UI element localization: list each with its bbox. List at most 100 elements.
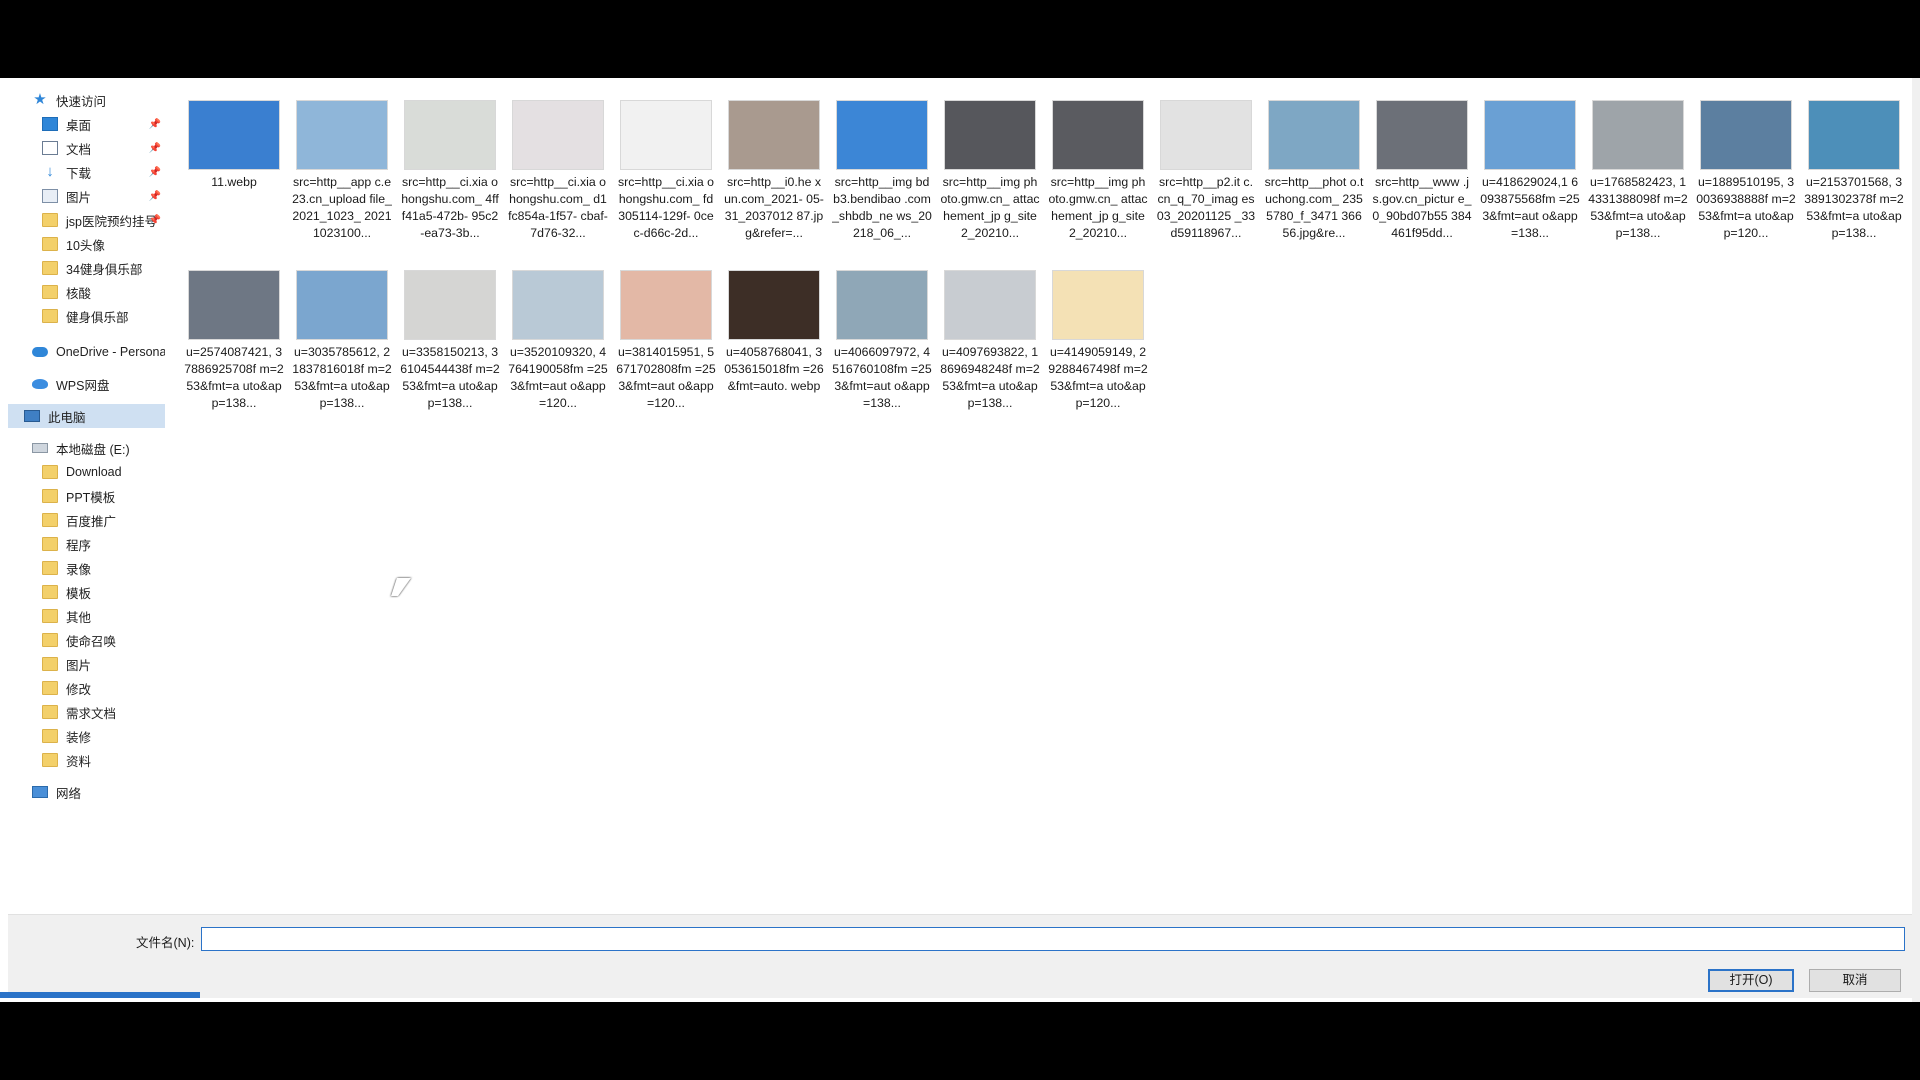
file-item[interactable]: src=http__ci.xia ohongshu.com_ d1fc854a-… <box>508 100 608 260</box>
file-name: src=http__ci.xia ohongshu.com_ d1fc854a-… <box>508 175 608 240</box>
nav-item[interactable]: PPT模板 <box>8 484 165 508</box>
nav-item[interactable]: 本地磁盘 (E:) <box>8 436 165 460</box>
nav-item[interactable]: 录像 <box>8 556 165 580</box>
nav-item[interactable]: WPS网盘 <box>8 372 165 396</box>
network-icon <box>32 786 48 798</box>
nav-item[interactable]: 34健身俱乐部 <box>8 256 165 280</box>
file-thumbnail <box>1052 100 1144 170</box>
file-item[interactable]: src=http__img bdb3.bendibao .com_shbdb_n… <box>832 100 932 260</box>
wps-cloud-icon <box>32 379 48 389</box>
file-item[interactable]: src=http__www .js.gov.cn_pictur e_0_90bd… <box>1372 100 1472 260</box>
file-name: src=http__img bdb3.bendibao .com_shbdb_n… <box>832 175 932 240</box>
nav-item-label: 健身俱乐部 <box>66 310 129 325</box>
file-name: src=http__img photo.gmw.cn_ attachement_… <box>1048 175 1148 240</box>
file-name: src=http__phot o.tuchong.com_ 2355780_f_… <box>1264 175 1364 240</box>
file-item[interactable]: u=4097693822, 18696948248f m=253&fmt=a u… <box>940 270 1040 430</box>
file-name: src=http__ci.xia ohongshu.com_ fd305114-… <box>617 175 715 240</box>
file-name: 11.webp <box>211 175 257 189</box>
folder-icon <box>42 609 58 623</box>
folder-icon <box>42 513 58 527</box>
filename-input[interactable] <box>201 927 1905 951</box>
nav-item[interactable]: 修改 <box>8 676 165 700</box>
nav-item[interactable]: 文档 📌 <box>8 136 165 160</box>
file-name: u=418629024,1 6093875568fm =253&fmt=aut … <box>1480 175 1580 240</box>
nav-item[interactable]: 核酸 <box>8 280 165 304</box>
star-icon: ★ <box>33 91 47 108</box>
nav-item-label: 快速访问 <box>56 94 107 109</box>
folder-icon <box>42 561 58 575</box>
nav-item[interactable]: 装修 <box>8 724 165 748</box>
cloud-icon <box>32 347 48 357</box>
document-icon <box>42 141 58 155</box>
nav-item[interactable]: 10头像 <box>8 232 165 256</box>
file-name: u=3358150213, 36104544438f m=253&fmt=a u… <box>400 345 500 410</box>
file-item[interactable]: u=2574087421, 37886925708f m=253&fmt=a u… <box>184 270 284 430</box>
desktop-icon <box>42 117 58 131</box>
file-name: u=2574087421, 37886925708f m=253&fmt=a u… <box>184 345 284 410</box>
nav-item[interactable]: Download <box>8 460 165 484</box>
file-thumbnail <box>728 270 820 340</box>
nav-item[interactable]: 程序 <box>8 532 165 556</box>
file-item[interactable]: src=http__ci.xia ohongshu.com_ 4fff41a5-… <box>400 100 500 260</box>
pin-icon: 📌 <box>148 166 161 178</box>
nav-item[interactable]: ↓ 下载 📌 <box>8 160 165 184</box>
file-item[interactable]: u=3358150213, 36104544438f m=253&fmt=a u… <box>400 270 500 430</box>
file-item[interactable]: 11.webp <box>184 100 284 260</box>
file-item[interactable]: u=3814015951, 5671702808fm =253&fmt=aut … <box>616 270 716 430</box>
nav-item-label: 34健身俱乐部 <box>66 262 143 277</box>
nav-item[interactable]: ★ 快速访问 <box>8 88 165 112</box>
pin-icon: 📌 <box>148 142 161 154</box>
nav-item-label: 使命召唤 <box>66 634 117 649</box>
file-thumbnail <box>188 270 280 340</box>
nav-item[interactable]: 百度推广 <box>8 508 165 532</box>
file-item[interactable]: u=4149059149, 29288467498f m=253&fmt=a u… <box>1048 270 1148 430</box>
nav-item-label: 桌面 <box>66 118 92 133</box>
nav-item[interactable]: 图片 📌 <box>8 184 165 208</box>
nav-item-label: OneDrive - Personal <box>56 345 165 359</box>
file-item[interactable]: src=http__i0.he xun.com_2021- 05-31_2037… <box>724 100 824 260</box>
file-item[interactable]: src=http__img photo.gmw.cn_ attachement_… <box>940 100 1040 260</box>
nav-item-label: jsp医院预约挂号 <box>66 214 157 229</box>
file-thumbnail <box>1808 100 1900 170</box>
file-thumbnail <box>1160 100 1252 170</box>
file-item[interactable]: src=http__p2.it c.cn_q_70_imag es03_2020… <box>1156 100 1256 260</box>
nav-item[interactable]: 图片 <box>8 652 165 676</box>
open-button[interactable]: 打开(O) <box>1708 969 1794 992</box>
dialog-footer: 文件名(N): 打开(O) 取消 <box>8 914 1912 998</box>
file-name: u=2153701568, 33891302378f m=253&fmt=a u… <box>1804 175 1904 240</box>
file-item[interactable]: u=4066097972, 4516760108fm =253&fmt=aut … <box>832 270 932 430</box>
file-item[interactable]: u=3520109320, 4764190058fm =253&fmt=aut … <box>508 270 608 430</box>
file-item[interactable]: src=http__img photo.gmw.cn_ attachement_… <box>1048 100 1148 260</box>
nav-item[interactable]: jsp医院预约挂号 📌 <box>8 208 165 232</box>
nav-item[interactable]: 使命召唤 <box>8 628 165 652</box>
file-name: u=3520109320, 4764190058fm =253&fmt=aut … <box>508 345 608 410</box>
file-item[interactable]: u=2153701568, 33891302378f m=253&fmt=a u… <box>1804 100 1904 260</box>
file-name: src=http__i0.he xun.com_2021- 05-31_2037… <box>724 175 824 240</box>
nav-item[interactable]: 需求文档 <box>8 700 165 724</box>
file-thumbnail <box>836 270 928 340</box>
nav-item-label: 此电脑 <box>48 410 86 425</box>
nav-item[interactable]: 健身俱乐部 <box>8 304 165 328</box>
file-item[interactable]: u=418629024,1 6093875568fm =253&fmt=aut … <box>1480 100 1580 260</box>
nav-item[interactable]: OneDrive - Personal <box>8 340 165 364</box>
file-thumbnail <box>404 270 496 340</box>
nav-item[interactable]: 桌面 📌 <box>8 112 165 136</box>
file-item[interactable]: u=4058768041, 3053615018fm =26&fmt=auto.… <box>724 270 824 430</box>
cancel-button[interactable]: 取消 <box>1809 969 1901 992</box>
nav-item[interactable]: 模板 <box>8 580 165 604</box>
file-item[interactable]: u=3035785612, 21837816018f m=253&fmt=a u… <box>292 270 392 430</box>
file-item[interactable]: u=1889510195, 30036938888f m=253&fmt=a u… <box>1696 100 1796 260</box>
download-icon: ↓ <box>46 163 54 180</box>
vertical-scrollbar[interactable] <box>1912 78 1920 1002</box>
file-thumbnail <box>944 270 1036 340</box>
nav-item[interactable]: 此电脑 <box>8 404 165 428</box>
nav-item[interactable]: 资料 <box>8 748 165 772</box>
file-item[interactable]: src=http__ci.xia ohongshu.com_ fd305114-… <box>616 100 716 260</box>
file-thumbnail <box>836 100 928 170</box>
file-item[interactable]: u=1768582423, 14331388098f m=253&fmt=a u… <box>1588 100 1688 260</box>
file-thumbnail <box>1052 270 1144 340</box>
nav-item[interactable]: 其他 <box>8 604 165 628</box>
file-item[interactable]: src=http__app c.e23.cn_upload file_2021_… <box>292 100 392 260</box>
nav-item[interactable]: 网络 <box>8 780 165 804</box>
file-item[interactable]: src=http__phot o.tuchong.com_ 2355780_f_… <box>1264 100 1364 260</box>
